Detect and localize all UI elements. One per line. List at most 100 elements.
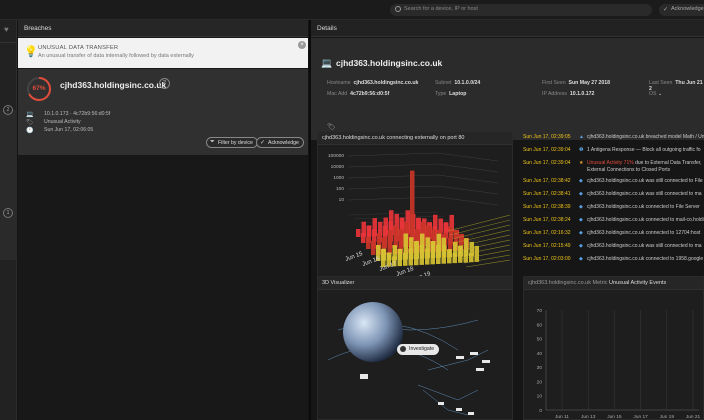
event-text: cjhd363.holdingsinc.co.uk breached model… xyxy=(587,134,704,140)
chart-bar xyxy=(356,229,361,237)
acknowledge-button[interactable]: ✓ Acknowledge xyxy=(256,137,304,148)
chart-bar xyxy=(430,241,435,265)
breach-card[interactable]: 67% cjhd363.holdingsinc.co.uk 2 💻 10.1.0… xyxy=(18,69,308,155)
chart-bar xyxy=(419,244,424,265)
search-bar[interactable]: Search for a device, IP or host xyxy=(390,4,652,16)
search-input[interactable]: Search for a device, IP or host xyxy=(404,6,478,12)
event-timestamp: Sun Jun 17, 02:38:42 xyxy=(523,178,571,184)
y-tick-label: 60 xyxy=(537,322,543,328)
subnet-field: Subnet 10.1.0.0/24 xyxy=(435,80,481,86)
breach-time: Sun Jun 17, 02:06:05 xyxy=(44,127,94,133)
event-text: 1 Antigena Response — Block all outgoing… xyxy=(587,147,701,153)
event-marker-icon: ❶ xyxy=(579,147,584,153)
decorative-line xyxy=(449,219,511,236)
event-timestamp: Sun Jun 17, 02:16:32 xyxy=(523,230,571,236)
decorative-line xyxy=(447,214,511,232)
z-tick-label: 10000 xyxy=(331,164,345,170)
x-tick-label: Jun 15 xyxy=(345,251,365,263)
event-timestamp: Sun Jun 17, 02:38:39 xyxy=(523,204,571,210)
chart-bar xyxy=(366,237,371,249)
event-timestamp: Sun Jun 17, 02:39:04 xyxy=(523,160,571,166)
filter-by-device-button[interactable]: ⏷ Filter by device xyxy=(206,137,258,148)
heart-icon[interactable]: ♥ xyxy=(4,25,13,34)
chart-bar xyxy=(474,245,479,262)
event-text: cjhd363.holdingsinc.co.uk was still conn… xyxy=(587,243,702,249)
investigate-button[interactable]: Investigate xyxy=(397,344,440,355)
acknowledge-filter-button[interactable]: ✓ Acknowledge xyxy=(659,4,704,16)
event-marker-icon: ◆ xyxy=(579,230,583,236)
grid-line xyxy=(347,174,439,179)
chart-bar xyxy=(447,249,452,264)
event-text-continuation: External Connections to Closed Ports xyxy=(587,167,671,173)
notification-title: UNUSUAL DATA TRANSFER xyxy=(38,45,119,51)
top-bar: Search for a device, IP or host ✓ Acknow… xyxy=(0,0,704,20)
investigate-icon xyxy=(400,346,406,352)
chart-bar xyxy=(441,237,446,264)
x-tick-label: Jun 11 xyxy=(555,414,569,420)
filter-by-device-label: Filter by device xyxy=(218,140,253,146)
filter-icon: ⏷ xyxy=(210,139,215,145)
chart-bar xyxy=(403,252,408,266)
mac-address-field: Mac Add 4c72b9:56:d0:5f xyxy=(327,91,390,97)
metric-chart[interactable]: cjhd363.holdingsinc.co.uk Metric Unusual… xyxy=(523,276,704,420)
breach-score: 67% xyxy=(32,85,46,92)
check-icon: ✓ xyxy=(260,140,266,146)
clock-icon: 🕐 xyxy=(26,128,34,134)
globe-visual xyxy=(343,302,403,362)
grid-line xyxy=(437,163,499,173)
type-field: Type Laptop xyxy=(435,91,467,97)
visualizer-canvas[interactable] xyxy=(318,290,514,420)
chart-bar xyxy=(458,245,463,263)
x-tick-label: Jun 16 xyxy=(362,256,382,268)
y-tick-label: 20 xyxy=(537,379,543,385)
event-text: cjhd363.holdingsinc.co.uk connected to 1… xyxy=(587,256,704,262)
tag-icon[interactable]: 🏷 xyxy=(327,123,336,131)
search-icon xyxy=(395,6,401,12)
acknowledge-filter-label: Acknowledge xyxy=(671,6,704,12)
breaches-panel: Breaches 💡 UNUSUAL DATA TRANSFER An unus… xyxy=(18,20,308,420)
event-timestamp: Sun Jun 17, 02:15:49 xyxy=(523,243,571,249)
sidebar-badge[interactable]: 1 xyxy=(3,208,13,218)
y-tick-label: 0 xyxy=(539,408,542,414)
grid-line xyxy=(347,163,439,168)
acknowledge-label: Acknowledge xyxy=(268,140,299,146)
event-text: cjhd363.holdingsinc.co.uk connected to F… xyxy=(587,204,700,210)
details-panel: Details 💻 cjhd363.holdingsinc.co.uk Host… xyxy=(311,20,704,420)
breach-hostname[interactable]: cjhd363.holdingsinc.co.uk xyxy=(60,80,166,90)
y-tick-label: 30 xyxy=(537,365,543,371)
metric-chart-title: cjhd363.holdingsinc.co.uk Metric Unusual… xyxy=(524,277,703,290)
event-timestamp: Sun Jun 17, 02:38:41 xyxy=(523,191,571,197)
breach-model: Unusual Activity xyxy=(44,119,81,125)
event-marker-icon: ★ xyxy=(579,160,584,166)
sidebar-badge[interactable]: 2 xyxy=(3,105,13,115)
event-text: cjhd363.holdingsinc.co.uk was still conn… xyxy=(587,191,702,197)
x-tick-label: Jun 19 xyxy=(660,414,675,420)
grid-line xyxy=(347,185,439,190)
event-text: cjhd363.holdingsinc.co.uk connected to 1… xyxy=(587,230,701,236)
event-text: cjhd363.holdingsinc.co.uk connected to m… xyxy=(587,217,704,223)
lightbulb-icon: 💡 xyxy=(24,46,38,58)
z-tick-label: 100000 xyxy=(328,153,344,159)
notification-description: An unusual transfer of data internally f… xyxy=(38,53,194,59)
z-tick-label: 1000 xyxy=(333,175,344,181)
chart-bar xyxy=(371,241,376,255)
metric-plot[interactable]: 0 10 20 30 40 50 60 70 Jun 11 Jun 13 Jun 15 Jun 17 J… xyxy=(524,290,704,420)
breach-score-gauge: 67% xyxy=(26,76,52,102)
os-field[interactable]: OS ⌄ xyxy=(649,91,662,97)
connections-3d-chart[interactable]: cjhd363.holdingsinc.co.uk connecting ext… xyxy=(317,131,514,293)
chart-3d-plot[interactable]: 10000010000100010010Jun 15Jun 16Jun 17Ju… xyxy=(318,145,514,293)
close-icon[interactable]: × xyxy=(298,41,306,49)
left-sidebar: ♥ 2 1 xyxy=(0,20,17,420)
chevron-down-icon: ⌄ xyxy=(657,91,663,97)
event-marker-icon: ◆ xyxy=(579,243,583,249)
breach-count-badge: 2 xyxy=(159,78,170,89)
event-timestamp: Sun Jun 17, 02:03:00 xyxy=(523,256,571,262)
details-title: Details xyxy=(311,20,704,37)
sidebar-divider xyxy=(0,42,17,43)
x-tick-label: Jun 15 xyxy=(607,414,622,420)
check-icon: ✓ xyxy=(663,7,669,13)
z-tick-label: 10 xyxy=(339,197,345,203)
hostname-field: Hostname cjhd363.holdingsinc.co.uk xyxy=(327,80,419,86)
breach-notification[interactable]: 💡 UNUSUAL DATA TRANSFER An unusual trans… xyxy=(18,38,308,68)
chart-bar xyxy=(463,249,468,263)
